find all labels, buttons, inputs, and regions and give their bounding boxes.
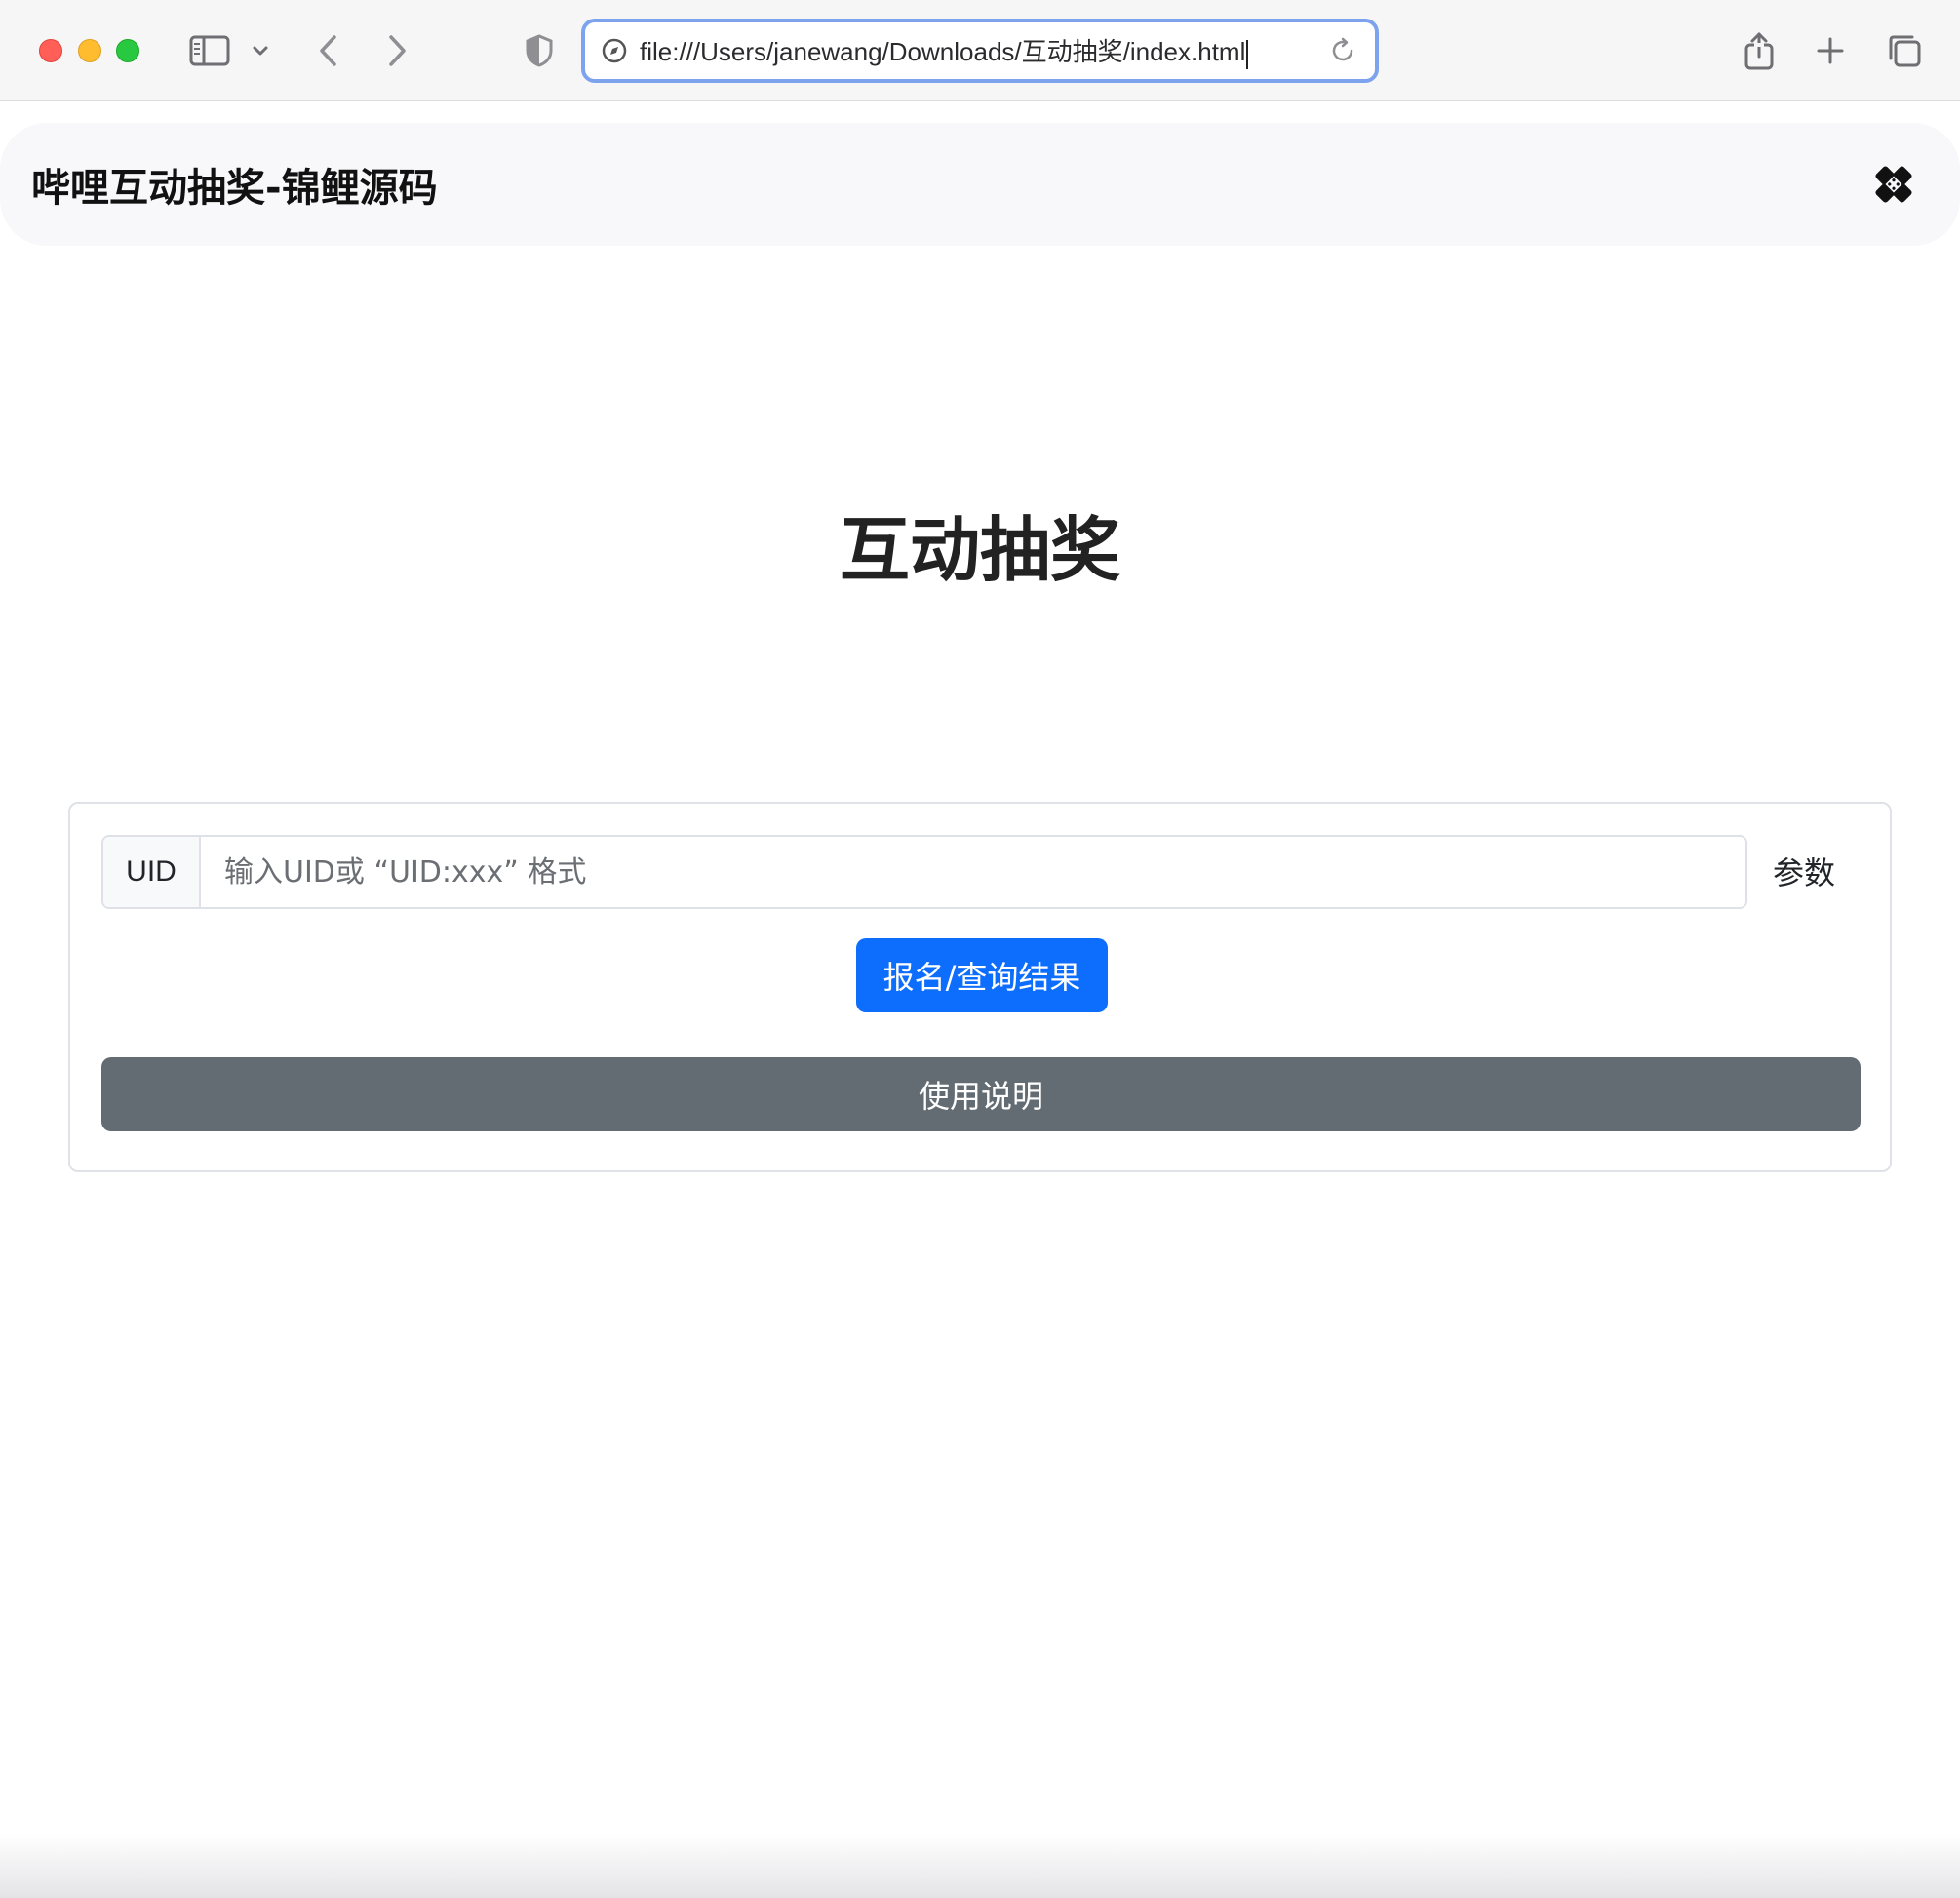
reload-icon[interactable] xyxy=(1328,36,1357,65)
compass-icon xyxy=(601,37,628,64)
forward-arrow-icon[interactable] xyxy=(382,27,412,74)
uid-label: UID xyxy=(103,837,201,907)
address-url[interactable]: file:///Users/janewang/Downloads/互动抽奖/in… xyxy=(640,32,1249,69)
theme-toggle-icon[interactable] xyxy=(1870,161,1917,208)
uid-input-group: UID xyxy=(101,835,1747,909)
window-bottom-shadow xyxy=(0,1834,1960,1898)
browser-toolbar: file:///Users/janewang/Downloads/互动抽奖/in… xyxy=(0,0,1960,101)
minimize-window-button[interactable] xyxy=(78,39,101,62)
sidebar-icon[interactable] xyxy=(187,27,232,74)
tab-overview-icon[interactable] xyxy=(1886,27,1923,74)
back-arrow-icon[interactable] xyxy=(314,27,343,74)
page-title: 互动抽奖 xyxy=(839,509,1120,591)
plus-icon[interactable] xyxy=(1814,27,1847,74)
zoom-window-button[interactable] xyxy=(116,39,139,62)
address-bar[interactable]: file:///Users/janewang/Downloads/互动抽奖/in… xyxy=(581,19,1379,83)
usage-guide-button[interactable]: 使用说明 xyxy=(101,1057,1861,1131)
share-icon[interactable] xyxy=(1743,27,1776,74)
shield-icon[interactable] xyxy=(525,27,554,74)
site-navbar: 哔哩互动抽奖-锦鲤源码 xyxy=(0,123,1960,246)
chevron-down-icon[interactable] xyxy=(250,27,271,74)
signup-query-button[interactable]: 报名/查询结果 xyxy=(856,938,1108,1012)
params-link[interactable]: 参数 xyxy=(1773,849,1835,893)
lottery-form-card: UID 参数 报名/查询结果 使用说明 xyxy=(68,802,1892,1172)
close-window-button[interactable] xyxy=(39,39,62,62)
site-brand[interactable]: 哔哩互动抽奖-锦鲤源码 xyxy=(31,156,438,213)
uid-input[interactable] xyxy=(201,837,1745,907)
